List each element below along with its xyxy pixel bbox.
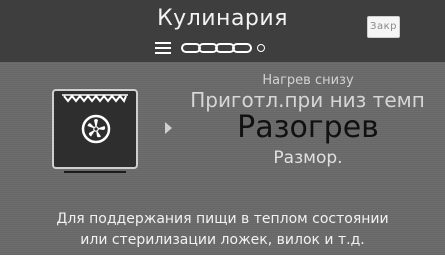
warming-mode-icon[interactable] [52, 89, 138, 173]
mode-heading: Нагрев снизу [262, 73, 354, 88]
mode-option-previous[interactable]: Приготл.при низ темп [170, 88, 445, 112]
step-progress [155, 40, 265, 56]
icon-underline [64, 171, 126, 173]
progress-segment [232, 43, 252, 53]
description-line-2: или стерилизации ложек, вилок и т.д. [80, 232, 365, 248]
mode-description: Для поддержания пищи в теплом состоянии … [0, 209, 445, 251]
selection-arrow-icon [165, 122, 172, 134]
header-bar: Кулинария Закр [0, 0, 445, 62]
close-button-label: Закр [370, 21, 397, 32]
menu-icon[interactable] [155, 42, 171, 54]
mode-option-next[interactable]: Размор. [178, 148, 438, 168]
top-heater-icon [62, 94, 128, 103]
fan-icon [81, 114, 111, 144]
close-button[interactable]: Закр [367, 16, 400, 38]
mode-option-selected[interactable]: Разогрев [178, 110, 438, 145]
oven-display-screen: Кулинария Закр Нагрев снизу Приготл.при … [0, 0, 445, 255]
description-line-1: Для поддержания пищи в теплом состоянии [56, 211, 389, 227]
progress-end-dot-icon [257, 44, 265, 52]
